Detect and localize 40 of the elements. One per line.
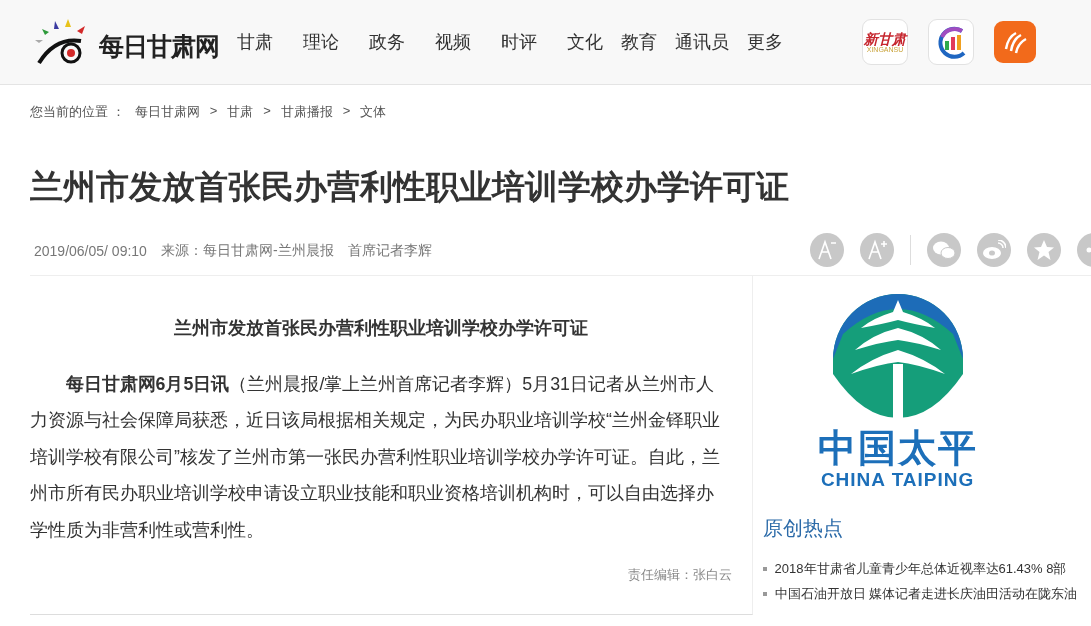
sponsor-name-latin: CHINA TAIPING [820,469,975,492]
breadcrumb-separator: > [342,103,351,120]
breadcrumb-separator: > [209,103,218,120]
nav-link[interactable]: 政务 [369,30,405,54]
nav-link[interactable]: 时评 [501,30,537,54]
nav-link[interactable]: 文化 [567,30,603,54]
editor-credit: 责任编辑：张白云 [626,566,732,585]
nav-link[interactable]: 更多 [747,30,783,54]
article-heading: 兰州市发放首张民办营利性职业培训学校办学许可证 [172,316,589,340]
publish-date: 2019/06/05/ 09:10 [34,242,147,261]
sponsor-name: 中国太平 [817,427,978,470]
section-title: 原创热点 [762,516,844,542]
nav-link[interactable]: 视频 [435,30,471,54]
font-increase-icon[interactable] [860,232,894,267]
breadcrumb-label: 您当前的位置 ： [30,103,125,121]
app-name: 新甘肃 [864,31,906,46]
nav-link[interactable]: 通讯员 [675,30,729,54]
news-link[interactable]: 中国石油开放日 媒体记者走进长庆油田活动在陇东油 [774,584,1078,603]
bullet-icon [762,566,767,571]
breadcrumb-link[interactable]: 甘肃播报 [280,103,333,121]
article-title: 兰州市发放首张民办营利性职业培训学校办学许可证 [30,167,790,207]
nav-link[interactable]: 教育 [621,30,657,54]
breadcrumb-link[interactable]: 每日甘肃网 [134,103,200,121]
wechat-icon[interactable] [927,232,961,267]
bullet-icon [762,591,767,596]
breadcrumb-link[interactable]: 文体 [360,103,387,121]
nav-link[interactable]: 理论 [303,30,339,54]
font-decrease-icon[interactable] [810,232,844,267]
news-link[interactable]: 2018年甘肃省儿童青少年总体近视率达61.43% 8部 [774,559,1067,578]
app-icon[interactable] [994,21,1036,63]
nav-link[interactable]: 甘肃 [237,30,273,54]
weibo-icon[interactable] [977,232,1011,267]
site-logo-text[interactable]: 每日甘肃网 [99,30,219,65]
article-source: 来源：每日甘肃网-兰州晨报 [160,241,334,260]
tree-logo-icon [832,293,963,418]
breadcrumb-link[interactable]: 甘肃 [227,103,254,121]
app-icon[interactable] [928,19,974,65]
breadcrumb-separator: > [263,103,271,120]
article-paragraph: 每日甘肃网6月5日讯（兰州晨报/掌上兰州首席记者李辉）5月31日记者从兰州市人力资源与社会保障局获悉，近日该局根据相关规定，为民办职业培训学校“兰州金铎职业培训学校有限公司”核发了兰州市第一张民办营利性职业培训学校办学许可证。自此，兰州市所有民办职业培训学校申请设立职业技能和职业资格培训机构时，可以自由选择办学性质为非营利性或营利性。 [30,372,721,542]
article-author: 首席记者李辉 [347,241,432,260]
